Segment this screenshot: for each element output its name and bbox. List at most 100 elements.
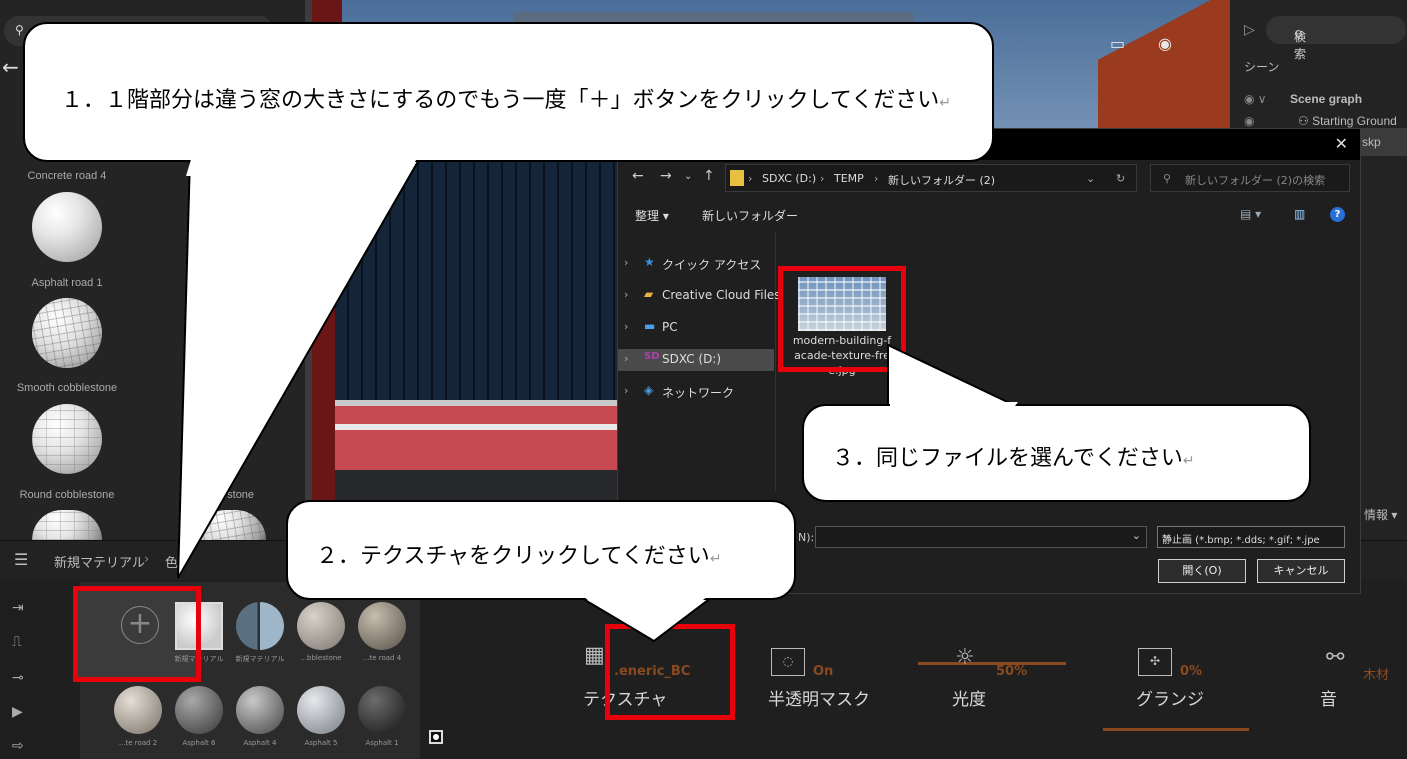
filename-input[interactable]: ⌄ — [815, 526, 1147, 548]
cloud-icon: ▰ — [644, 287, 654, 301]
forward-icon[interactable]: → — [660, 168, 672, 184]
scene-item-selected[interactable]: skp — [1360, 128, 1407, 156]
search-icon: ⚲ — [15, 23, 24, 37]
star-icon: ★ — [644, 255, 655, 269]
grunge-property[interactable]: グランジ — [1136, 685, 1204, 710]
material-label: Concrete road 4 — [27, 170, 107, 182]
recent-icon[interactable]: ⌄ — [684, 171, 692, 182]
material-label: Smooth cobblestone — [16, 382, 118, 394]
material-thumb[interactable] — [175, 686, 223, 734]
organize-menu[interactable]: 整理 ▾ — [635, 207, 669, 224]
address-bar[interactable]: › SDXC (D:) › TEMP › 新しいフォルダー (2) ⌄ ↻ — [725, 164, 1137, 192]
sun-icon: ☼ — [955, 645, 975, 670]
scene-item[interactable]: ⚇ Starting Ground — [1298, 114, 1397, 128]
dialog-search-field[interactable]: ⚲ 新しいフォルダー (2)の検索 — [1150, 164, 1350, 192]
help-icon[interactable]: ? — [1330, 207, 1345, 222]
preview-toggle[interactable] — [429, 730, 443, 744]
material-label: Round cobblestone — [19, 489, 115, 501]
open-button[interactable]: 開く(O) — [1158, 559, 1246, 583]
info-dropdown[interactable]: 情報 ▾ — [1364, 506, 1397, 523]
video-icon[interactable]: ▶ — [12, 704, 23, 720]
new-folder-button[interactable]: 新しいフォルダー — [702, 207, 798, 224]
view-options-icon[interactable]: ▤ ▾ — [1240, 207, 1261, 221]
nav-network[interactable]: › ◈ ネットワーク — [618, 381, 774, 403]
active-tab-indicator — [1103, 728, 1249, 731]
luminance-property[interactable]: 光度 — [952, 685, 986, 710]
thumb-label: Asphalt 6 — [182, 739, 216, 747]
addr-separator: › — [748, 172, 753, 185]
slider-icon[interactable]: ⊸ — [12, 670, 24, 686]
dialog-search-placeholder: 新しいフォルダー (2)の検索 — [1185, 174, 1326, 187]
material-thumb[interactable] — [236, 686, 284, 734]
up-icon[interactable]: ↑ — [703, 168, 715, 184]
luminance-slider[interactable] — [918, 662, 1066, 665]
translucent-mask-property[interactable]: 半透明マスク — [768, 685, 870, 710]
callout-step1: １．１階部分は違う窓の大きさにするのでもう一度「＋」ボタンをクリックしてください… — [23, 22, 994, 162]
back-arrow-icon[interactable]: ← — [2, 55, 19, 79]
building-base — [335, 400, 620, 475]
material-thumb[interactable] — [358, 602, 406, 650]
thumb-label: 新規マテリアル — [235, 655, 285, 663]
drive-icon: SD — [644, 351, 660, 362]
thumb-label: Asphalt 4 — [243, 739, 277, 747]
material-sphere[interactable] — [32, 510, 102, 540]
nav-quick-access[interactable]: › ★ クイック アクセス — [618, 253, 774, 275]
material-thumb[interactable] — [297, 602, 345, 650]
material-thumb[interactable] — [114, 686, 162, 734]
material-sphere[interactable] — [32, 298, 102, 368]
material-thumb[interactable] — [297, 686, 345, 734]
chevron-down-icon[interactable]: ⌄ — [1086, 172, 1095, 185]
chevron-down-icon[interactable]: ⌄ — [1132, 529, 1141, 542]
thumb-label: ...te road 4 — [362, 654, 402, 662]
back-icon[interactable]: ← — [632, 168, 644, 184]
material-sphere[interactable] — [32, 404, 102, 474]
addr-segment[interactable]: 新しいフォルダー (2) — [888, 172, 995, 188]
material-sphere[interactable] — [196, 510, 266, 540]
addr-segment[interactable]: TEMP — [834, 172, 864, 185]
node-icon: ⚇ — [1298, 114, 1313, 128]
grunge-value: 0% — [1180, 664, 1203, 679]
callout-text: ３．同じファイルを選んでください↵ — [832, 446, 1195, 471]
curve-icon[interactable]: ⎍ — [12, 634, 22, 650]
material-thumb[interactable] — [358, 686, 406, 734]
scene-search-field[interactable]: ⚲ 検索 — [1266, 16, 1406, 61]
breadcrumb-separator: › — [144, 552, 150, 567]
material-label: Asphalt road 1 — [31, 277, 103, 289]
dialog-navigation-pane: › ★ クイック アクセス › ▰ Creative Cloud Files › ▬ PC … — [618, 233, 781, 491]
refresh-icon[interactable]: ↻ — [1116, 172, 1125, 185]
preview-pane-icon[interactable]: ▥ — [1294, 207, 1305, 221]
menu-icon[interactable]: ☰ — [14, 550, 28, 569]
nav-pc[interactable]: › ▬ PC — [618, 317, 774, 339]
texture-icon[interactable]: ▦ — [584, 643, 605, 668]
grunge-icon[interactable]: ✣ — [1138, 648, 1172, 676]
frame-icon[interactable]: ▭ — [1110, 34, 1125, 53]
callout-step2: ２．テクスチャをクリックしてください↵ — [286, 500, 796, 600]
sound-property[interactable]: 音 — [1320, 685, 1337, 710]
eye-icon[interactable]: ◉ — [1244, 114, 1254, 128]
breadcrumb-root[interactable]: 新規マテリアル — [54, 552, 145, 571]
mask-icon[interactable]: ◌ — [771, 648, 805, 676]
filetype-select[interactable]: 静止画 (*.bmp; *.dds; *.gif; *.jpe ⌄ — [1157, 526, 1345, 548]
network-icon: ◈ — [644, 383, 654, 397]
material-thumb[interactable] — [236, 602, 284, 650]
return-mark: ↵ — [939, 95, 951, 111]
export-icon[interactable]: ⇨ — [12, 738, 24, 754]
highlight-add-button — [73, 586, 201, 682]
addr-segment[interactable]: SDXC (D:) — [762, 172, 816, 185]
scene-section-title: シーン — [1244, 60, 1280, 74]
search-icon: ⚲ — [1163, 172, 1172, 185]
nav-creative-cloud[interactable]: › ▰ Creative Cloud Files — [618, 285, 781, 307]
close-icon[interactable]: ✕ — [1335, 134, 1348, 153]
import-icon[interactable]: ⇥ — [12, 600, 24, 616]
nav-sdxc-drive[interactable]: › SD SDXC (D:) — [618, 349, 774, 371]
dialog-toolbar: 整理 ▾ 新しいフォルダー ▤ ▾ ▥ ? — [618, 199, 1360, 233]
link-icon[interactable]: ⚯ — [1326, 645, 1344, 670]
material-sphere[interactable] — [32, 192, 102, 262]
cancel-button[interactable]: キャンセル — [1257, 559, 1345, 583]
material-label: S...blestone — [195, 489, 255, 501]
eye-icon[interactable]: ◉ — [1158, 34, 1172, 53]
return-mark: ↵ — [709, 551, 722, 567]
eye-icon[interactable]: ◉ ∨ — [1244, 92, 1267, 106]
breadcrumb-child[interactable]: 色 — [165, 552, 178, 571]
play-icon[interactable]: ▷ — [1244, 22, 1255, 38]
